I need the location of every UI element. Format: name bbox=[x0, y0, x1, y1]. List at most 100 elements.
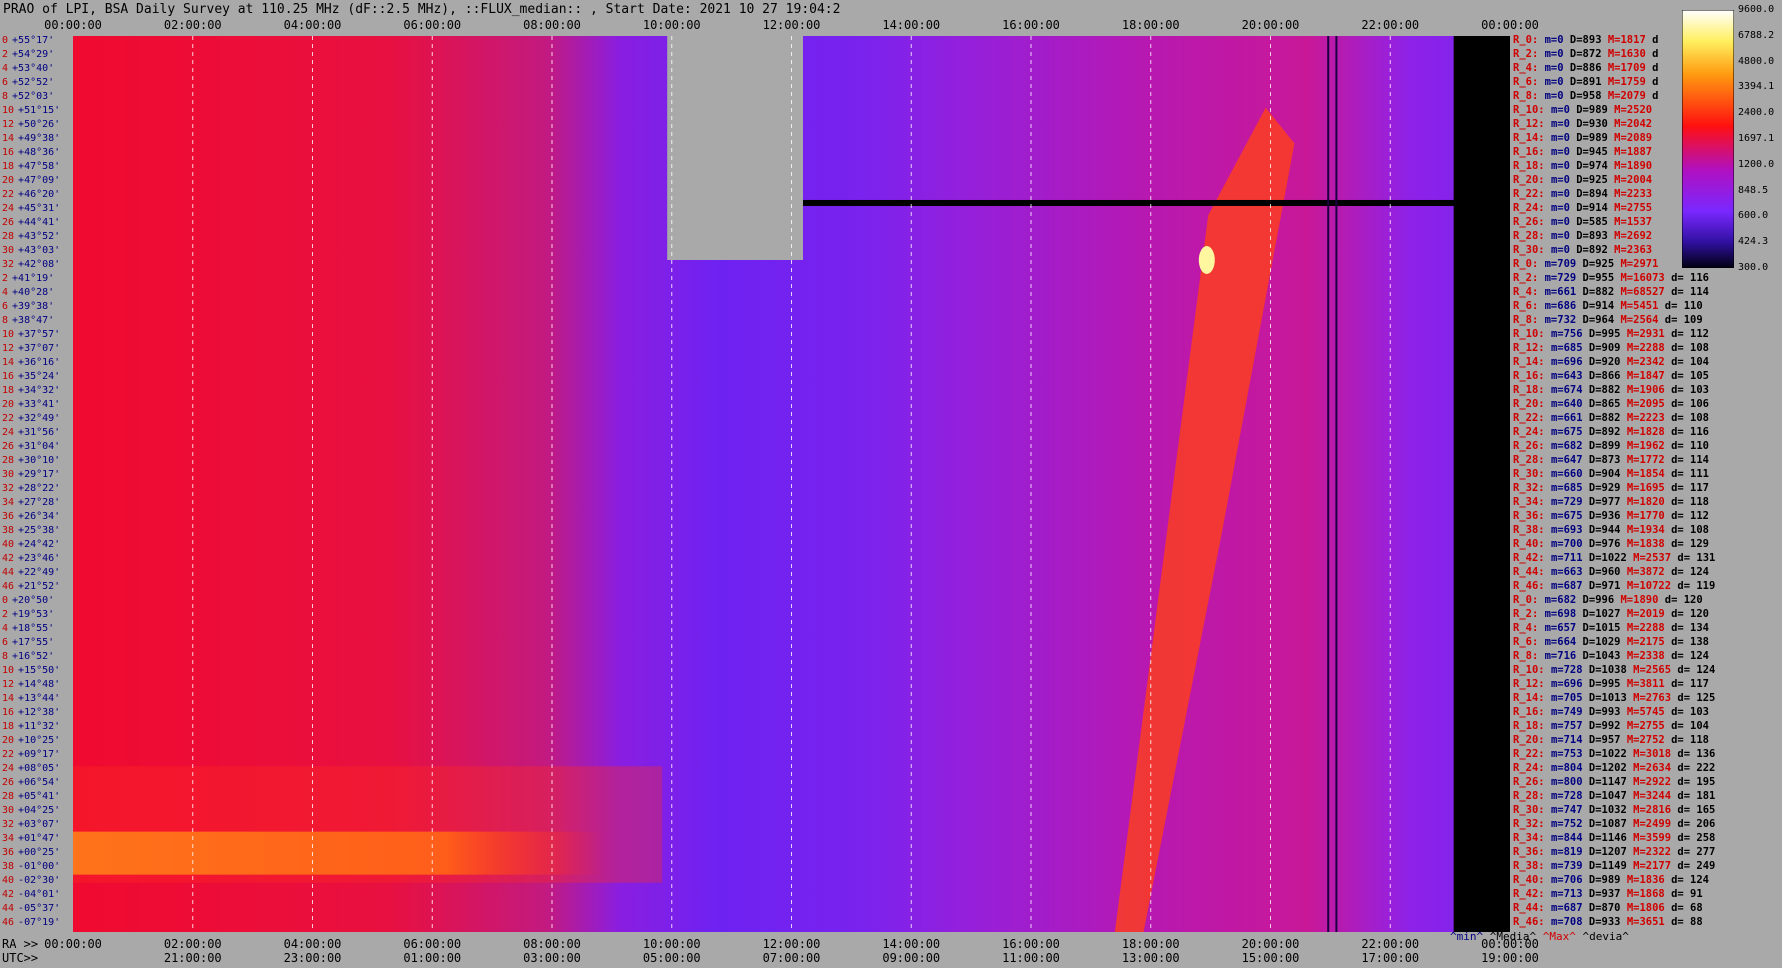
stat-row: R_18: m=674 D=882 M=1906 d= 103 bbox=[1513, 384, 1709, 396]
beam-index: 16 bbox=[2, 371, 15, 382]
stat-hx: M=2089 bbox=[1614, 132, 1653, 144]
beam-index: 16 bbox=[2, 707, 15, 718]
utc-tick-label: 21:00:00 bbox=[163, 951, 222, 965]
stat-d: D=914 bbox=[1582, 300, 1621, 312]
dec-tick-label: 30 +04°25' bbox=[2, 805, 60, 816]
stat-r: R_30: bbox=[1513, 244, 1551, 256]
stat-d: D=925 bbox=[1576, 174, 1615, 186]
dec-tick-label: 32 +03°07' bbox=[2, 819, 60, 830]
legend-median: ^Media^ bbox=[1489, 930, 1537, 943]
declination-value: +34°32' bbox=[18, 385, 61, 396]
stat-d: d bbox=[1652, 76, 1659, 88]
dec-tick-label: 22 +46°20' bbox=[2, 189, 60, 200]
stat-d: D=995 bbox=[1588, 328, 1627, 340]
red-band bbox=[73, 766, 663, 883]
stat-r: R_0: bbox=[1513, 34, 1545, 46]
ra-tick-label: 00:00:00 bbox=[44, 937, 102, 951]
beam-index: 6 bbox=[2, 637, 9, 648]
beam-index: 36 bbox=[2, 847, 15, 858]
stat-m: m=708 bbox=[1550, 916, 1589, 928]
beam-index: 2 bbox=[2, 609, 9, 620]
declination-value: +12°38' bbox=[18, 707, 61, 718]
stat-m: m=0 bbox=[1550, 146, 1577, 158]
stat-r: R_22: bbox=[1513, 412, 1551, 424]
stat-r: R_46: bbox=[1513, 580, 1551, 592]
stat-r: R_42: bbox=[1513, 888, 1551, 900]
stat-row: R_40: m=700 D=976 M=1838 d= 129 bbox=[1513, 538, 1709, 550]
stat-d: D=899 bbox=[1588, 440, 1627, 452]
stat-d: d= 120 bbox=[1664, 594, 1703, 606]
stat-hx: M=5745 bbox=[1626, 706, 1672, 718]
ra-tick-label: 06:00:00 bbox=[403, 937, 462, 951]
dec-tick-label: 2 +41°19' bbox=[2, 273, 54, 284]
declination-value: +25°38' bbox=[18, 525, 61, 536]
stat-row: R_4: m=0 D=886 M=1709 d bbox=[1513, 62, 1658, 74]
stat-m: m=756 bbox=[1550, 328, 1589, 340]
stat-hx: M=2634 bbox=[1633, 762, 1678, 774]
beam-index: 18 bbox=[2, 385, 15, 396]
top-tick-label: 22:00:00 bbox=[1361, 18, 1420, 32]
stat-row: R_10: m=0 D=989 M=2520 bbox=[1513, 104, 1652, 116]
dec-tick-label: 2 +19°53' bbox=[2, 609, 54, 620]
stat-r: R_36: bbox=[1513, 846, 1551, 858]
stat-m: m=713 bbox=[1550, 888, 1589, 900]
top-tick-label: 00:00:00 bbox=[44, 18, 102, 32]
stat-d: d= 222 bbox=[1677, 762, 1716, 774]
colorbar-tick-label: 424.3 bbox=[1738, 236, 1769, 248]
stat-d: d= 108 bbox=[1671, 524, 1710, 536]
stat-hx: M=1828 bbox=[1626, 426, 1672, 438]
dec-tick-label: 20 +33°41' bbox=[2, 399, 60, 410]
ra-tick-label: 16:00:00 bbox=[1002, 937, 1060, 951]
stat-hx: M=2004 bbox=[1614, 174, 1653, 186]
stat-d: d= 124 bbox=[1677, 664, 1716, 676]
declination-value: +35°24' bbox=[18, 371, 61, 382]
stat-row: R_2: m=0 D=872 M=1630 d bbox=[1513, 48, 1658, 60]
dec-tick-label: 24 +45°31' bbox=[2, 203, 60, 214]
stat-m: m=685 bbox=[1550, 342, 1589, 354]
utc-tick-label: 05:00:00 bbox=[642, 951, 701, 965]
stat-row: R_26: m=0 D=585 M=1537 bbox=[1513, 216, 1652, 228]
stat-d: D=995 bbox=[1588, 678, 1627, 690]
beam-index: 6 bbox=[2, 77, 9, 88]
top-tick-label: 16:00:00 bbox=[1002, 18, 1060, 32]
dec-tick-label: 32 +42°08' bbox=[2, 259, 60, 270]
stat-d: D=1027 bbox=[1582, 608, 1627, 620]
stat-hx: M=3872 bbox=[1626, 566, 1672, 578]
beam-index: 26 bbox=[2, 441, 15, 452]
stat-d: D=893 bbox=[1576, 230, 1615, 242]
stat-r: R_32: bbox=[1513, 818, 1551, 830]
stat-row: R_20: m=0 D=925 M=2004 bbox=[1513, 174, 1652, 186]
stat-r: R_2: bbox=[1513, 48, 1545, 60]
beam-index: 40 bbox=[2, 539, 15, 550]
declination-value: +01°47' bbox=[18, 833, 61, 844]
stat-hx: M=2342 bbox=[1626, 356, 1672, 368]
dec-tick-label: 6 +39°38' bbox=[2, 301, 54, 312]
stat-m: m=0 bbox=[1550, 118, 1577, 130]
stat-hx: M=2499 bbox=[1633, 818, 1678, 830]
ra-tick-label: 02:00:00 bbox=[163, 937, 222, 951]
stat-hx: M=1890 bbox=[1620, 594, 1665, 606]
dec-tick-label: 6 +52°52' bbox=[2, 77, 54, 88]
dec-tick-label: 30 +29°17' bbox=[2, 469, 60, 480]
top-tick-label: 06:00:00 bbox=[403, 18, 462, 32]
stat-r: R_2: bbox=[1513, 272, 1545, 284]
declination-value: -04°01' bbox=[18, 889, 61, 900]
stat-hx: M=1695 bbox=[1626, 482, 1672, 494]
stat-d: d= 165 bbox=[1677, 804, 1716, 816]
stat-r: R_18: bbox=[1513, 384, 1551, 396]
stat-d: D=891 bbox=[1569, 76, 1608, 88]
stat-d: D=989 bbox=[1588, 874, 1627, 886]
stat-r: R_2: bbox=[1513, 608, 1545, 620]
beam-index: 46 bbox=[2, 581, 15, 592]
stat-r: R_36: bbox=[1513, 510, 1551, 522]
stat-d: d= 195 bbox=[1677, 776, 1716, 788]
stat-d: D=1147 bbox=[1588, 776, 1634, 788]
beam-index: 0 bbox=[2, 595, 9, 606]
stat-r: R_20: bbox=[1513, 174, 1551, 186]
top-tick-label: 20:00:00 bbox=[1241, 18, 1300, 32]
stat-d: d= 125 bbox=[1677, 692, 1716, 704]
beam-index: 18 bbox=[2, 161, 15, 172]
beam-index: 10 bbox=[2, 105, 15, 116]
stat-r: R_18: bbox=[1513, 720, 1551, 732]
stat-hx: M=1890 bbox=[1614, 160, 1653, 172]
